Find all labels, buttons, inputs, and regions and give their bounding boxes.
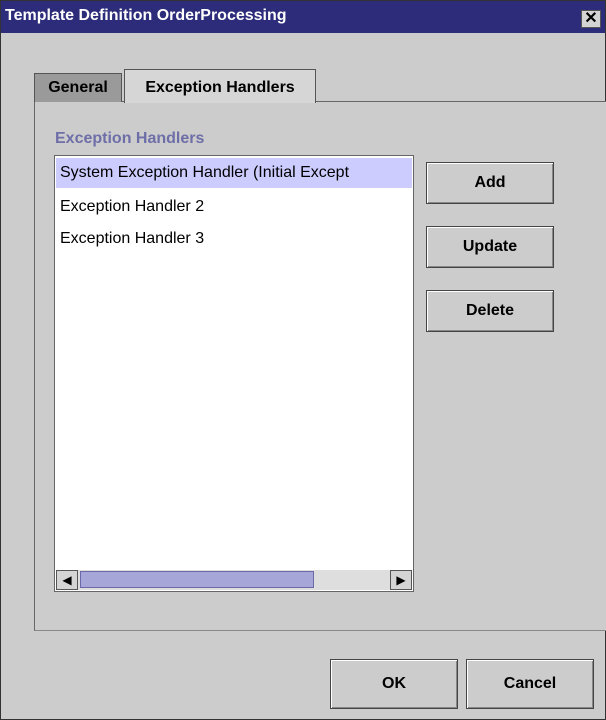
update-button[interactable]: Update xyxy=(426,226,554,268)
ok-button[interactable]: OK xyxy=(330,659,458,709)
delete-button[interactable]: Delete xyxy=(426,290,554,332)
scroll-left-button[interactable]: ◀ xyxy=(56,570,78,590)
cancel-button[interactable]: Cancel xyxy=(466,659,594,709)
tab-general[interactable]: General xyxy=(34,73,122,102)
window-title: Template Definition OrderProcessing xyxy=(5,7,287,24)
scroll-right-button[interactable]: ▶ xyxy=(390,570,412,590)
exception-handler-list[interactable]: System Exception Handler (Initial Except… xyxy=(54,155,414,592)
add-button[interactable]: Add xyxy=(426,162,554,204)
horizontal-scrollbar[interactable]: ◀ ▶ xyxy=(56,570,412,590)
close-button[interactable]: ✕ xyxy=(581,10,601,28)
close-icon: ✕ xyxy=(584,10,598,27)
arrow-left-icon: ◀ xyxy=(62,573,72,587)
list-item[interactable]: Exception Handler 3 xyxy=(56,224,412,254)
tab-exception-handlers-label: Exception Handlers xyxy=(145,79,295,96)
list-item[interactable]: Exception Handler 2 xyxy=(56,192,412,222)
title-bar[interactable]: Template Definition OrderProcessing ✕ xyxy=(1,1,605,33)
tab-exception-handlers[interactable]: Exception Handlers xyxy=(124,69,316,103)
scroll-thumb[interactable] xyxy=(80,571,314,588)
arrow-right-icon: ▶ xyxy=(396,573,406,587)
section-label: Exception Handlers xyxy=(55,130,205,147)
list-item[interactable]: System Exception Handler (Initial Except xyxy=(56,158,412,188)
tab-general-label: General xyxy=(48,79,108,96)
